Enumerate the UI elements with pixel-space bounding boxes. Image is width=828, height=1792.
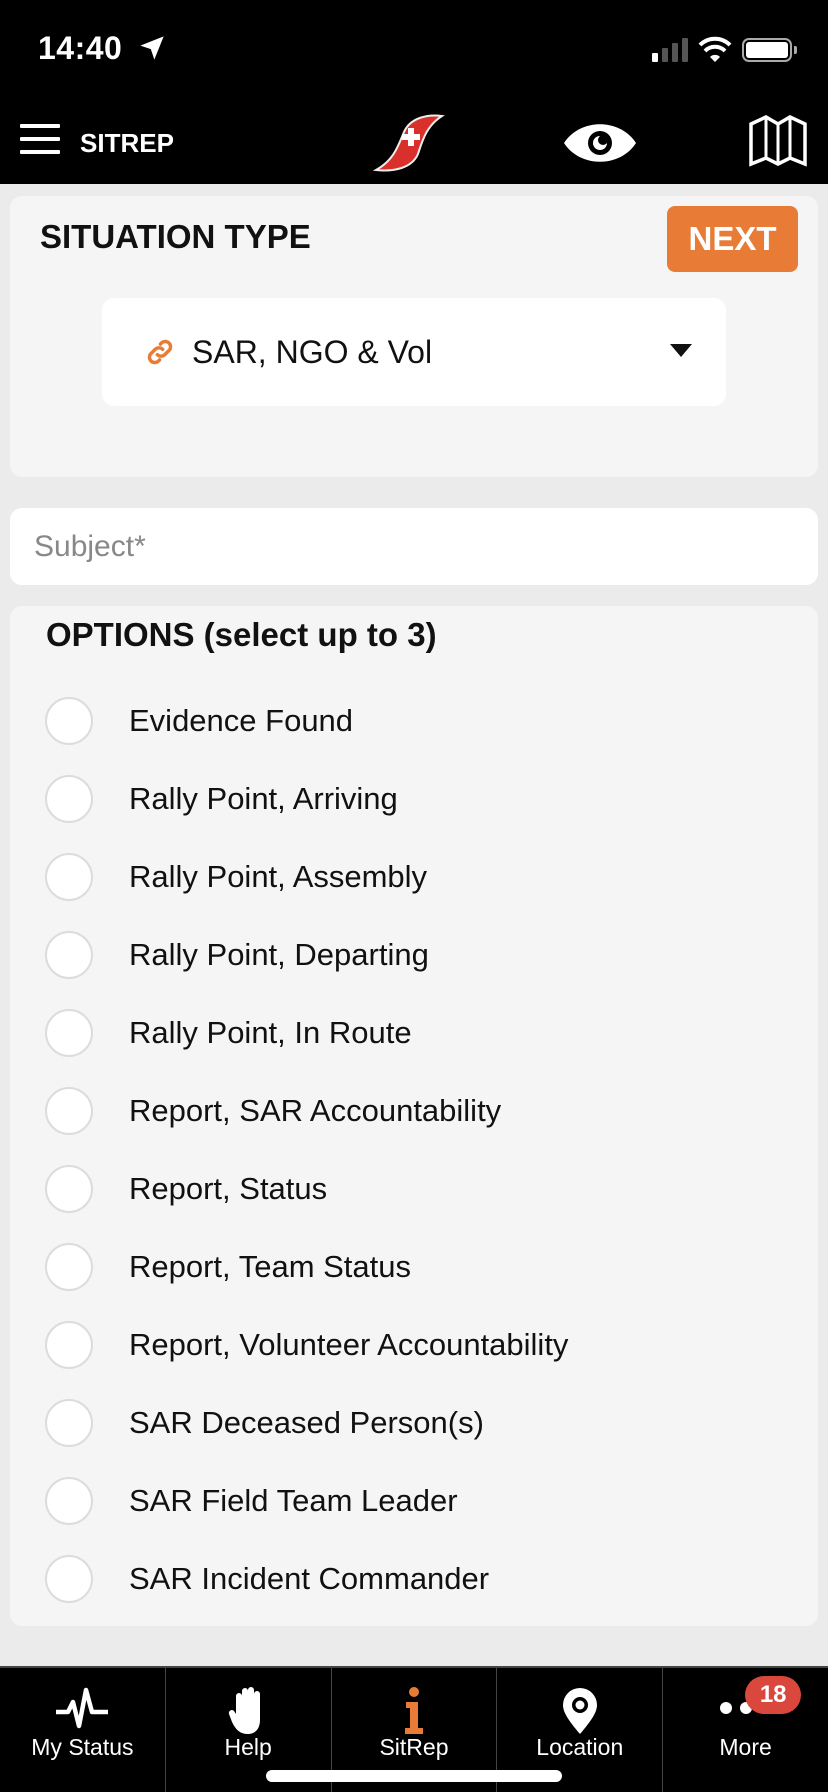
- option-item[interactable]: Report, SAR Accountability: [10, 1072, 818, 1150]
- radio-button[interactable]: [45, 1087, 93, 1135]
- subject-input[interactable]: [10, 508, 818, 585]
- radio-button[interactable]: [45, 931, 93, 979]
- option-label: Rally Point, Arriving: [129, 781, 398, 816]
- radio-button[interactable]: [45, 1243, 93, 1291]
- option-item[interactable]: Rally Point, Assembly: [10, 838, 818, 916]
- option-label: SAR Field Team Leader: [129, 1483, 458, 1518]
- app-logo-icon: [372, 114, 445, 172]
- option-item[interactable]: Report, Team Status: [10, 1228, 818, 1306]
- option-label: Evidence Found: [129, 703, 354, 738]
- situation-type-dropdown[interactable]: SAR, NGO & Vol: [102, 298, 726, 406]
- option-label: Report, Status: [129, 1171, 328, 1206]
- selected-situation-type: SAR, NGO & Vol: [192, 334, 433, 370]
- tab-more[interactable]: 18 More: [663, 1668, 828, 1792]
- option-item[interactable]: Report, Status: [10, 1150, 818, 1228]
- options-heading: OPTIONS (select up to 3): [46, 616, 437, 653]
- option-label: SAR Deceased Person(s): [129, 1405, 484, 1440]
- option-label: Report, Team Status: [129, 1249, 412, 1284]
- chevron-down-icon: [670, 344, 692, 357]
- clock: 14:40: [38, 30, 123, 66]
- option-item[interactable]: SAR Field Team Leader: [10, 1462, 818, 1540]
- eye-icon[interactable]: [562, 122, 638, 164]
- hand-icon: [229, 1687, 261, 1734]
- option-item-partial[interactable]: [10, 1618, 818, 1626]
- battery-icon: [742, 38, 797, 62]
- location-arrow-icon: [140, 36, 164, 60]
- option-item[interactable]: Rally Point, In Route: [10, 994, 818, 1072]
- option-label: Rally Point, Assembly: [129, 859, 428, 894]
- location-pin-icon: [562, 1688, 597, 1734]
- cellular-signal-icon: [652, 38, 688, 62]
- tab-label: Location: [536, 1734, 624, 1760]
- notification-badge: 18: [745, 1676, 802, 1714]
- situation-type-heading: SITUATION TYPE: [40, 218, 311, 255]
- option-item[interactable]: SAR Deceased Person(s): [10, 1384, 818, 1462]
- situation-type-card: SITUATION TYPE NEXT SAR, NGO & Vol: [10, 196, 818, 477]
- screen-title: SITREP: [80, 128, 174, 158]
- radio-button[interactable]: [45, 1399, 93, 1447]
- radio-button[interactable]: [45, 853, 93, 901]
- radio-button[interactable]: [45, 1555, 93, 1603]
- option-label: Report, SAR Accountability: [129, 1093, 502, 1128]
- map-icon[interactable]: [748, 114, 808, 168]
- status-bar: 14:40: [0, 0, 828, 100]
- radio-button[interactable]: [45, 1165, 93, 1213]
- pulse-icon: [56, 1687, 109, 1729]
- menu-icon[interactable]: [20, 124, 60, 154]
- radio-button[interactable]: [45, 1009, 93, 1057]
- link-icon: [147, 339, 173, 365]
- tab-label: More: [719, 1734, 772, 1760]
- tab-label: Help: [224, 1734, 272, 1760]
- options-list[interactable]: Evidence Found Rally Point, Arriving Ral…: [10, 682, 818, 1626]
- option-label: Report, Volunteer Accountability: [129, 1327, 569, 1362]
- app-header: SITREP: [0, 100, 828, 184]
- option-item[interactable]: SAR Incident Commander: [10, 1540, 818, 1618]
- radio-button[interactable]: [45, 697, 93, 745]
- option-item[interactable]: Evidence Found: [10, 682, 818, 760]
- wifi-icon: [698, 36, 732, 62]
- home-indicator[interactable]: [266, 1770, 562, 1782]
- option-item[interactable]: Report, Volunteer Accountability: [10, 1306, 818, 1384]
- option-item[interactable]: Rally Point, Arriving: [10, 760, 818, 838]
- option-item[interactable]: Rally Point, Departing: [10, 916, 818, 994]
- option-label: Rally Point, Departing: [129, 937, 429, 972]
- next-button[interactable]: NEXT: [667, 206, 798, 272]
- option-label: Rally Point, In Route: [129, 1015, 412, 1050]
- tab-label: SitRep: [379, 1734, 449, 1760]
- tab-label: My Status: [31, 1734, 134, 1760]
- option-label: SAR Incident Commander: [129, 1561, 490, 1596]
- radio-button[interactable]: [45, 775, 93, 823]
- tab-my-status[interactable]: My Status: [0, 1668, 166, 1792]
- options-card: OPTIONS (select up to 3) Evidence Found …: [10, 606, 818, 1626]
- radio-button[interactable]: [45, 1321, 93, 1369]
- radio-button[interactable]: [45, 1477, 93, 1525]
- info-icon: [404, 1687, 423, 1734]
